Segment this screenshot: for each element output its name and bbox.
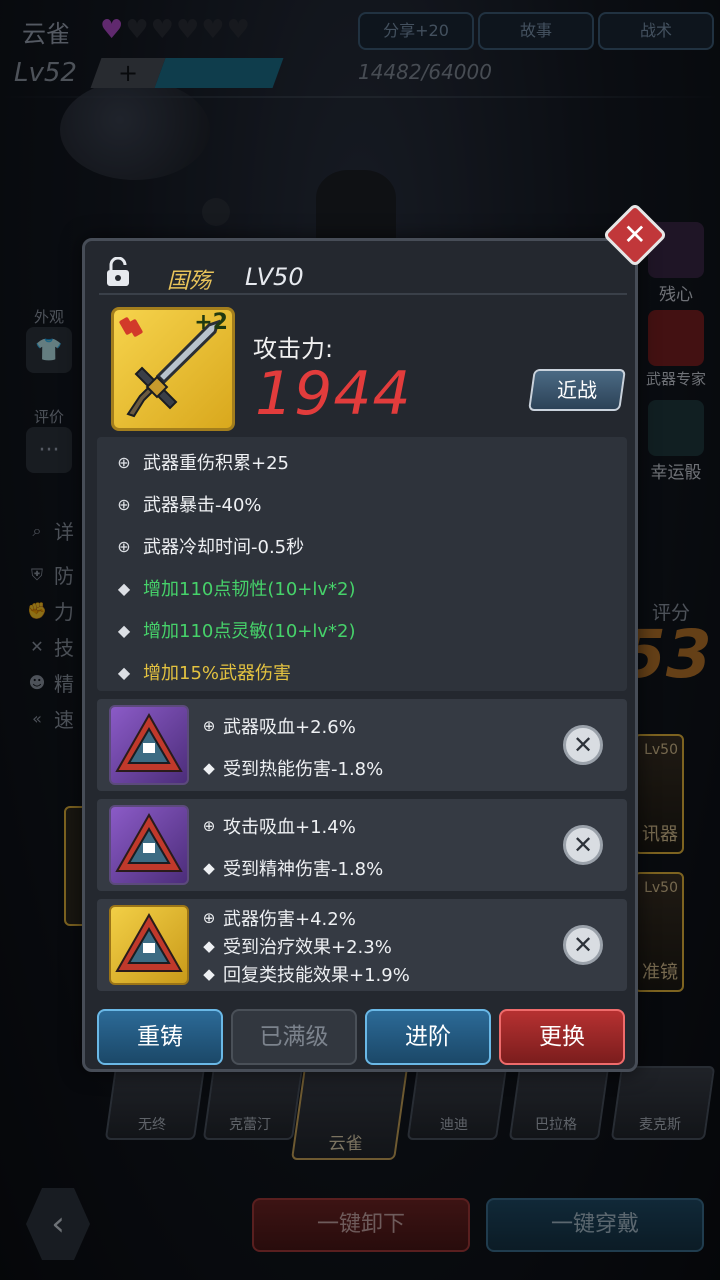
gem-stat-text: 回复类技能效果+1.9% bbox=[223, 965, 410, 986]
stat-line: ◆ 增加15%武器伤害 bbox=[115, 659, 291, 685]
gem-slot: ⊕ 武器吸血+2.6% ◆ 受到热能伤害-1.8% ✕ bbox=[97, 699, 627, 791]
diamond-bullet-icon: ◆ bbox=[203, 937, 215, 955]
gem-stat-text: 受到热能伤害-1.8% bbox=[223, 759, 384, 780]
reforge-button[interactable]: 重铸 bbox=[97, 1009, 223, 1065]
gem-stat-text: 武器伤害+4.2% bbox=[223, 909, 356, 930]
gem-stat: ⊕ 武器吸血+2.6% bbox=[201, 713, 356, 739]
gear-bullet-icon: ⊕ bbox=[117, 494, 131, 514]
gem-frame[interactable] bbox=[109, 805, 189, 885]
max-level-button: 已满级 bbox=[231, 1009, 357, 1065]
weapon-name: 国殇 bbox=[167, 269, 212, 294]
stat-line: ◆ 增加110点韧性(10+lv*2) bbox=[115, 575, 356, 601]
gem-slot: ⊕ 攻击吸血+1.4% ◆ 受到精神伤害-1.8% ✕ bbox=[97, 799, 627, 891]
replace-button[interactable]: 更换 bbox=[499, 1009, 625, 1065]
diamond-bullet-icon: ◆ bbox=[203, 859, 215, 877]
stat-text: 增加15%武器伤害 bbox=[143, 663, 292, 684]
gem-frame[interactable] bbox=[109, 705, 189, 785]
diamond-bullet-icon: ◆ bbox=[203, 759, 215, 777]
stat-text: 增加110点韧性(10+lv*2) bbox=[143, 579, 356, 600]
weapon-icon-frame: +2 bbox=[111, 307, 235, 431]
gem-stat: ⊕ 攻击吸血+1.4% bbox=[201, 813, 356, 839]
stat-text: 武器冷却时间-0.5秒 bbox=[143, 537, 305, 558]
triangle-gem-icon bbox=[115, 712, 183, 772]
weapon-stats-panel: ⊕ 武器重伤积累+25 ⊕ 武器暴击-40% ⊕ 武器冷却时间-0.5秒 ◆ 增加110… bbox=[97, 437, 627, 691]
gem-stat: ⊕ 武器伤害+4.2% bbox=[201, 905, 356, 931]
gear-bullet-icon: ⊕ bbox=[202, 817, 216, 835]
melee-label: 近战 bbox=[557, 378, 597, 402]
attack-value: 1944 bbox=[255, 359, 412, 429]
advance-button[interactable]: 进阶 bbox=[365, 1009, 491, 1065]
gem-frame[interactable] bbox=[109, 905, 189, 985]
gem-stat: ◆ 受到治疗效果+2.3% bbox=[201, 933, 392, 959]
x-circle-icon: ✕ bbox=[572, 731, 594, 759]
remove-gem-button[interactable]: ✕ bbox=[563, 725, 603, 765]
gear-bullet-icon: ⊕ bbox=[202, 909, 216, 927]
gem-stat-text: 受到精神伤害-1.8% bbox=[223, 859, 384, 880]
x-circle-icon: ✕ bbox=[572, 931, 594, 959]
gem-stat-text: 受到治疗效果+2.3% bbox=[223, 937, 392, 958]
unlock-icon[interactable] bbox=[105, 257, 131, 287]
weapon-detail-dialog: 国殇 LV50 +2 攻击力: 1944 近战 ⊕ 武器重伤积累+25 ⊕ 武器暴击… bbox=[82, 238, 638, 1072]
diamond-bullet-icon: ◆ bbox=[117, 620, 131, 640]
x-circle-icon: ✕ bbox=[572, 831, 594, 859]
stat-text: 增加110点灵敏(10+lv*2) bbox=[143, 621, 356, 642]
stat-line: ◆ 增加110点灵敏(10+lv*2) bbox=[115, 617, 356, 643]
close-icon: ✕ bbox=[623, 218, 647, 251]
gem-stat-text: 武器吸血+2.6% bbox=[223, 717, 356, 738]
weapon-enhance-level: +2 bbox=[194, 310, 228, 335]
stat-line: ⊕ 武器暴击-40% bbox=[115, 491, 262, 517]
gem-stat-text: 攻击吸血+1.4% bbox=[223, 817, 356, 838]
remove-gem-button[interactable]: ✕ bbox=[563, 825, 603, 865]
gear-bullet-icon: ⊕ bbox=[202, 717, 216, 735]
gem-stat: ◆ 回复类技能效果+1.9% bbox=[201, 961, 410, 987]
diamond-bullet-icon: ◆ bbox=[117, 662, 131, 682]
gem-slot: ⊕ 武器伤害+4.2% ◆ 受到治疗效果+2.3% ◆ 回复类技能效果+1.9% ✕ bbox=[97, 899, 627, 991]
diamond-bullet-icon: ◆ bbox=[203, 965, 215, 983]
gem-stat: ◆ 受到热能伤害-1.8% bbox=[201, 755, 383, 781]
triangle-gem-icon bbox=[115, 812, 183, 872]
diamond-bullet-icon: ◆ bbox=[117, 578, 131, 598]
remove-gem-button[interactable]: ✕ bbox=[563, 925, 603, 965]
stat-text: 武器暴击-40% bbox=[143, 495, 262, 516]
melee-type-button[interactable]: 近战 bbox=[528, 369, 626, 411]
weapon-level: LV50 bbox=[245, 263, 304, 291]
triangle-gem-icon bbox=[115, 912, 183, 972]
gem-stat: ◆ 受到精神伤害-1.8% bbox=[201, 855, 383, 881]
stat-line: ⊕ 武器冷却时间-0.5秒 bbox=[115, 533, 304, 559]
stat-text: 武器重伤积累+25 bbox=[143, 453, 289, 474]
divider bbox=[99, 293, 627, 295]
stat-line: ⊕ 武器重伤积累+25 bbox=[115, 449, 289, 475]
gear-bullet-icon: ⊕ bbox=[117, 452, 131, 472]
gear-bullet-icon: ⊕ bbox=[117, 536, 131, 556]
